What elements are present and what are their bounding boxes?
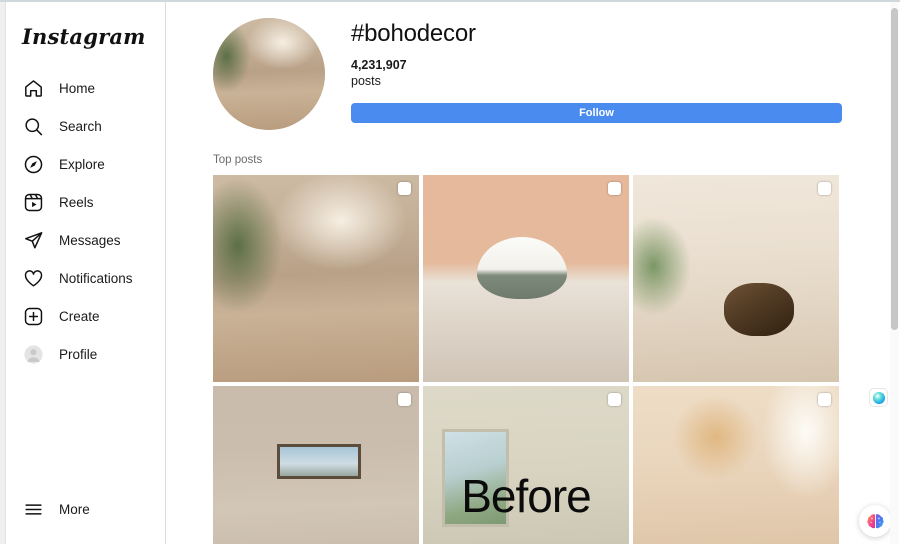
carousel-badge-icon	[398, 393, 411, 406]
reels-icon	[22, 191, 44, 213]
post-tile[interactable]	[633, 175, 839, 382]
instagram-hashtag-page: Instagram Home Search Explore Reels Mess…	[0, 0, 900, 544]
sidebar-item-search[interactable]: Search	[6, 107, 165, 145]
heart-icon	[22, 267, 44, 289]
post-tile[interactable]	[213, 175, 419, 382]
sidebar-item-notifications[interactable]: Notifications	[6, 259, 165, 297]
post-tile[interactable]	[213, 386, 419, 544]
carousel-badge-icon	[608, 393, 621, 406]
avatar-image	[213, 18, 325, 130]
hashtag-avatar[interactable]	[213, 18, 325, 130]
post-tile[interactable]: Before	[423, 386, 629, 544]
sidebar-item-label: Profile	[59, 346, 98, 362]
sidebar-item-label: Search	[59, 118, 102, 134]
sidebar-item-label: Messages	[59, 232, 121, 248]
sidebar-item-label: Explore	[59, 156, 105, 172]
messenger-icon	[22, 229, 44, 251]
post-count-label: posts	[351, 74, 381, 89]
sidebar-item-label: Home	[59, 80, 96, 96]
ai-brain-icon	[866, 513, 884, 528]
sidebar-nav: Home Search Explore Reels Messages Notif…	[6, 69, 165, 373]
compass-icon	[22, 153, 44, 175]
sidebar-item-label: More	[59, 501, 90, 517]
follow-button[interactable]: Follow	[351, 103, 842, 124]
post-tile[interactable]	[423, 175, 629, 382]
instagram-logo[interactable]: Instagram	[6, 2, 165, 49]
home-icon	[22, 77, 44, 99]
hashtag-header: #bohodecor 4,231,907 posts Follow	[167, 2, 886, 130]
assistant-orb-icon	[872, 391, 885, 404]
plus-square-icon	[22, 305, 44, 327]
hashtag-info: #bohodecor 4,231,907 posts Follow	[351, 16, 842, 130]
main-content: #bohodecor 4,231,907 posts Follow Top po…	[167, 2, 886, 544]
sidebar-item-messages[interactable]: Messages	[6, 221, 165, 259]
post-image	[213, 386, 419, 544]
ai-assistant-button[interactable]	[859, 505, 891, 537]
sidebar-item-home[interactable]: Home	[6, 69, 165, 107]
post-tile[interactable]	[633, 386, 839, 544]
sidebar-item-reels[interactable]: Reels	[6, 183, 165, 221]
scrollbar-thumb[interactable]	[891, 8, 898, 330]
posts-grid: Before	[167, 175, 886, 544]
sidebar: Instagram Home Search Explore Reels Mess…	[6, 2, 166, 544]
sidebar-flex-spacer	[6, 373, 165, 490]
carousel-badge-icon	[398, 182, 411, 195]
post-overlay-text: Before	[461, 469, 592, 522]
avatar-wrap	[213, 16, 325, 130]
assistant-orb-button[interactable]	[869, 388, 888, 407]
sidebar-item-explore[interactable]: Explore	[6, 145, 165, 183]
top-posts-label: Top posts	[213, 154, 263, 166]
post-count: 4,231,907	[351, 57, 407, 72]
post-image	[633, 175, 839, 382]
sidebar-item-profile[interactable]: Profile	[6, 335, 165, 373]
sidebar-item-label: Create	[59, 308, 100, 324]
sidebar-item-more[interactable]: More	[6, 490, 165, 528]
avatar-icon	[22, 343, 44, 365]
post-image	[213, 175, 419, 382]
carousel-badge-icon	[608, 182, 621, 195]
post-image	[633, 386, 839, 544]
search-icon	[22, 115, 44, 137]
page-scrollbar[interactable]	[890, 2, 899, 544]
sidebar-item-label: Reels	[59, 194, 94, 210]
sidebar-item-label: Notifications	[59, 270, 133, 286]
sidebar-item-create[interactable]: Create	[6, 297, 165, 335]
page-title: #bohodecor	[351, 20, 476, 47]
carousel-badge-icon	[818, 182, 831, 195]
hamburger-icon	[22, 498, 44, 520]
post-image	[423, 175, 629, 382]
carousel-badge-icon	[818, 393, 831, 406]
